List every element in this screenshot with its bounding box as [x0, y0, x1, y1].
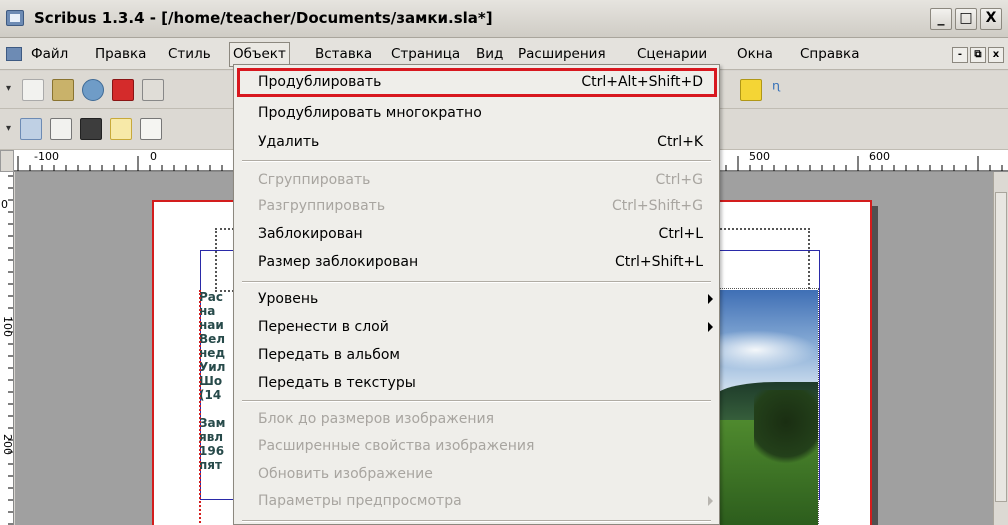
text-frame-icon[interactable] — [50, 118, 72, 140]
title-bar: Scribus 1.3.4 - [/home/teacher/Documents… — [0, 0, 1008, 38]
menu-item-adjust-frame-to-image[interactable]: Блок до размеров изображения — [234, 405, 719, 435]
menu-item-move-to-layer[interactable]: Перенести в слой — [234, 313, 719, 343]
menu-item-shortcut: Ctrl+Shift+G — [611, 198, 703, 214]
menu-item-multiple-duplicate[interactable]: Продублировать многократно — [234, 99, 719, 129]
menu-item-lock[interactable]: Заблокирован Ctrl+L — [234, 220, 719, 250]
menu-item-label: Уровень — [258, 291, 319, 307]
highlight-box — [237, 68, 717, 97]
toolbar-grip-icon[interactable]: ▾ — [6, 83, 16, 94]
menu-page[interactable]: Страница — [388, 46, 463, 62]
menu-item-label: Сгруппировать — [258, 172, 371, 188]
image-frame-border — [713, 288, 819, 525]
menu-separator — [242, 160, 711, 162]
document-close-button[interactable]: x — [988, 47, 1004, 63]
menu-item-lock-size[interactable]: Размер заблокирован Ctrl+Shift+L — [234, 248, 719, 278]
menu-windows[interactable]: Окна — [734, 46, 776, 62]
submenu-arrow-icon — [708, 496, 713, 506]
submenu-arrow-icon — [708, 322, 713, 332]
maximize-window-button[interactable]: □ — [955, 8, 977, 30]
menu-file[interactable]: Файл — [28, 46, 71, 62]
menu-item-shortcut: Ctrl+L — [658, 226, 703, 242]
menu-item-label: Перенести в слой — [258, 319, 389, 335]
menu-item-preview-settings[interactable]: Параметры предпросмотра — [234, 487, 719, 517]
menu-item-label: Размер заблокирован — [258, 254, 419, 270]
sticky-note-icon[interactable] — [740, 79, 762, 101]
shape-icon[interactable] — [140, 118, 162, 140]
menu-item-shortcut: Ctrl+K — [657, 134, 703, 150]
menu-extensions[interactable]: Расширения — [515, 46, 609, 62]
close-window-button[interactable]: X — [980, 8, 1002, 30]
new-document-icon[interactable] — [22, 79, 44, 101]
menu-style[interactable]: Стиль — [165, 46, 214, 62]
scrollbar-thumb[interactable] — [995, 192, 1007, 502]
menu-item-label: Продублировать многократно — [258, 105, 482, 121]
menu-item-label: Передать в текстуры — [258, 375, 416, 391]
text-frame-selection-edge — [199, 290, 203, 525]
document-restore-button[interactable]: ⧉ — [970, 47, 986, 63]
scribus-app-icon — [6, 10, 24, 26]
menu-view[interactable]: Вид — [473, 46, 506, 62]
bezier-curve-icon[interactable]: ᶯ — [772, 77, 794, 101]
menu-item-label: Обновить изображение — [258, 466, 433, 482]
image-frame-icon[interactable] — [80, 118, 102, 140]
menu-item-label: Разгруппировать — [258, 198, 386, 214]
vertical-ruler[interactable]: 0 100 200 — [0, 172, 14, 525]
menu-item-label: Заблокирован — [258, 226, 363, 242]
menu-item-label: Удалить — [258, 134, 320, 150]
window-title: Scribus 1.3.4 - [/home/teacher/Documents… — [34, 9, 493, 27]
document-icon — [6, 47, 22, 61]
table-icon[interactable] — [110, 118, 132, 140]
document-window-controls: - ⧉ x — [952, 47, 1004, 63]
menu-insert[interactable]: Вставка — [312, 46, 375, 62]
menu-item-label: Передать в альбом — [258, 347, 400, 363]
menu-item-delete[interactable]: Удалить Ctrl+K — [234, 128, 719, 158]
toolbar-grip-icon[interactable]: ▾ — [6, 123, 16, 134]
select-arrow-icon[interactable] — [20, 118, 42, 140]
save-icon[interactable] — [82, 79, 104, 101]
menu-item-label: Блок до размеров изображения — [258, 411, 495, 427]
menu-item-label: Параметры предпросмотра — [258, 493, 462, 509]
document-minimize-button[interactable]: - — [952, 47, 968, 63]
submenu-arrow-icon — [708, 294, 713, 304]
open-folder-icon[interactable] — [52, 79, 74, 101]
vertical-ruler-ticks — [8, 175, 13, 525]
menu-item-level[interactable]: Уровень — [234, 285, 719, 315]
menu-item-update-image[interactable]: Обновить изображение — [234, 460, 719, 490]
vertical-scrollbar[interactable] — [993, 172, 1008, 525]
print-icon[interactable] — [142, 79, 164, 101]
object-menu-dropdown: Продублировать Ctrl+Alt+Shift+D Продубли… — [233, 64, 720, 525]
menu-separator — [242, 520, 711, 522]
menu-item-send-to-scrapbook[interactable]: Передать в альбом — [234, 341, 719, 371]
menu-edit[interactable]: Правка — [92, 46, 149, 62]
menu-item-ungroup[interactable]: Разгруппировать Ctrl+Shift+G — [234, 192, 719, 222]
menu-scripts[interactable]: Сценарии — [634, 46, 710, 62]
menu-item-send-to-patterns[interactable]: Передать в текстуры — [234, 369, 719, 399]
menu-item-label: Расширенные свойства изображения — [258, 438, 535, 454]
minimize-window-button[interactable]: _ — [930, 8, 952, 30]
menu-item-shortcut: Ctrl+G — [655, 172, 704, 188]
menu-item-extended-image-properties[interactable]: Расширенные свойства изображения — [234, 432, 719, 462]
close-document-icon[interactable] — [112, 79, 134, 101]
ruler-corner[interactable] — [0, 150, 14, 172]
menu-separator — [242, 400, 711, 402]
menu-help[interactable]: Справка — [797, 46, 862, 62]
menu-separator — [242, 281, 711, 283]
menu-item-shortcut: Ctrl+Shift+L — [615, 254, 703, 270]
